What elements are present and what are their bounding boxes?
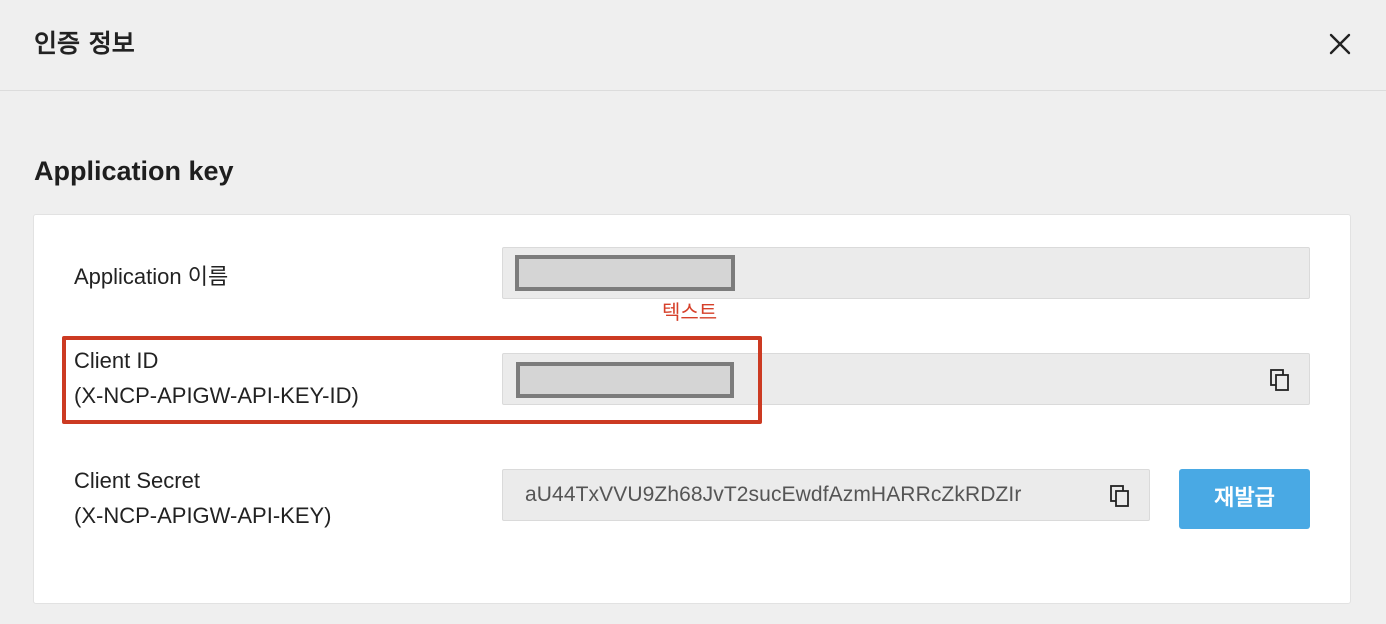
client-secret-label-line1: Client Secret	[74, 468, 200, 493]
close-button[interactable]	[1322, 26, 1358, 62]
close-icon[interactable]	[1322, 26, 1358, 62]
dialog-header: 인증 정보	[0, 0, 1386, 91]
app-name-label-text: Application 이름	[74, 264, 229, 289]
app-name-label: Application 이름	[74, 259, 228, 294]
client-secret-label: Client Secret (X-NCP-APIGW-API-KEY)	[74, 463, 332, 533]
reissue-button[interactable]: 재발급	[1179, 469, 1310, 529]
client-id-highlight-box	[62, 336, 762, 424]
copy-icon[interactable]	[1107, 483, 1133, 509]
copy-icon[interactable]	[1267, 367, 1293, 393]
client-id-copy-button[interactable]	[1267, 367, 1293, 393]
client-secret-label-line2: (X-NCP-APIGW-API-KEY)	[74, 503, 332, 528]
annotation-text: 텍스트	[662, 300, 718, 324]
section-title: Application key	[34, 156, 234, 186]
dialog-title: 인증 정보	[34, 29, 135, 58]
masked-value	[515, 255, 735, 291]
app-name-field[interactable]	[502, 247, 1310, 299]
client-secret-copy-button[interactable]	[1107, 483, 1133, 509]
client-secret-value[interactable]: aU44TxVVU9Zh68JvT2sucEwdfAzmHARRcZkRDZIr	[525, 483, 1021, 507]
client-secret-field[interactable]: aU44TxVVU9Zh68JvT2sucEwdfAzmHARRcZkRDZIr	[502, 469, 1150, 521]
